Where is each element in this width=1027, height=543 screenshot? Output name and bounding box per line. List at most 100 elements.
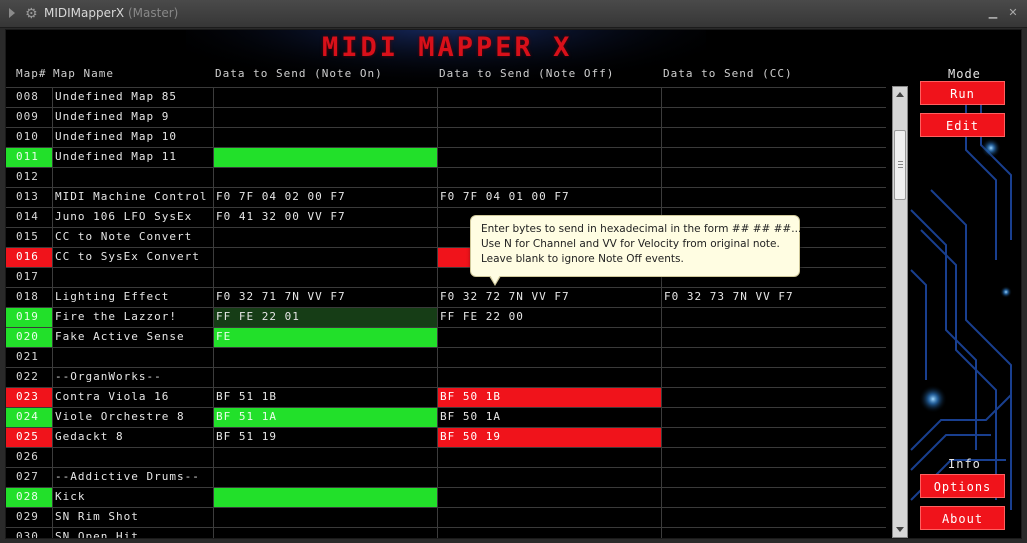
gear-icon[interactable]: ⚙ <box>25 6 38 22</box>
note-on-cell[interactable] <box>213 467 437 487</box>
table-row[interactable]: 010 Undefined Map 10 <box>6 127 886 147</box>
map-number-cell[interactable]: 027 <box>6 467 52 487</box>
note-off-cell[interactable]: BF 50 1A <box>437 407 661 427</box>
table-row[interactable]: 028 Kick <box>6 487 886 507</box>
cc-cell[interactable] <box>661 407 886 427</box>
map-name-cell[interactable] <box>52 167 213 187</box>
map-name-cell[interactable]: Undefined Map 10 <box>52 127 213 147</box>
map-number-cell[interactable]: 023 <box>6 387 52 407</box>
note-off-cell[interactable] <box>437 467 661 487</box>
cc-cell[interactable] <box>661 467 886 487</box>
cc-cell[interactable] <box>661 387 886 407</box>
map-name-cell[interactable]: Undefined Map 11 <box>52 147 213 167</box>
note-off-cell[interactable] <box>437 147 661 167</box>
collapse-arrow-icon[interactable] <box>9 8 15 18</box>
map-name-cell[interactable]: Lighting Effect <box>52 287 213 307</box>
map-name-cell[interactable]: --Addictive Drums-- <box>52 467 213 487</box>
cc-cell[interactable] <box>661 107 886 127</box>
note-on-cell[interactable] <box>213 507 437 527</box>
note-on-cell[interactable]: BF 51 1B <box>213 387 437 407</box>
map-name-cell[interactable]: Gedackt 8 <box>52 427 213 447</box>
note-on-cell[interactable]: BF 51 1A <box>213 407 437 427</box>
table-row[interactable]: 023 Contra Viola 16 BF 51 1B BF 50 1B <box>6 387 886 407</box>
map-number-cell[interactable]: 008 <box>6 87 52 107</box>
note-on-cell[interactable] <box>213 167 437 187</box>
note-off-cell[interactable] <box>437 447 661 467</box>
options-button[interactable]: Options <box>920 474 1005 498</box>
note-off-cell[interactable] <box>437 127 661 147</box>
cc-cell[interactable] <box>661 487 886 507</box>
table-row[interactable]: 021 <box>6 347 886 367</box>
map-name-cell[interactable]: Undefined Map 9 <box>52 107 213 127</box>
note-off-cell[interactable]: FF FE 22 00 <box>437 307 661 327</box>
scroll-up-icon[interactable] <box>896 92 904 97</box>
note-on-cell[interactable] <box>213 267 437 287</box>
scroll-down-icon[interactable] <box>896 527 904 532</box>
note-on-cell[interactable] <box>213 147 437 167</box>
map-name-cell[interactable]: Undefined Map 85 <box>52 87 213 107</box>
map-name-cell[interactable]: Contra Viola 16 <box>52 387 213 407</box>
cc-cell[interactable] <box>661 507 886 527</box>
table-row[interactable]: 012 <box>6 167 886 187</box>
map-number-cell[interactable]: 024 <box>6 407 52 427</box>
map-number-cell[interactable]: 014 <box>6 207 52 227</box>
map-name-cell[interactable] <box>52 267 213 287</box>
map-number-cell[interactable]: 019 <box>6 307 52 327</box>
cc-cell[interactable] <box>661 327 886 347</box>
table-row[interactable]: 011 Undefined Map 11 <box>6 147 886 167</box>
table-row[interactable]: 024 Viole Orchestre 8 BF 51 1A BF 50 1A <box>6 407 886 427</box>
map-name-cell[interactable] <box>52 347 213 367</box>
map-name-cell[interactable]: Juno 106 LFO SysEx <box>52 207 213 227</box>
map-number-cell[interactable]: 028 <box>6 487 52 507</box>
map-number-cell[interactable]: 009 <box>6 107 52 127</box>
close-icon[interactable]: ✕ <box>1005 5 1021 21</box>
cc-cell[interactable] <box>661 527 886 538</box>
note-on-cell[interactable] <box>213 487 437 507</box>
note-on-cell[interactable] <box>213 447 437 467</box>
table-row[interactable]: 013 MIDI Machine Control F0 7F 04 02 00 F7… <box>6 187 886 207</box>
note-off-cell[interactable]: F0 32 72 7N VV F7 <box>437 287 661 307</box>
map-number-cell[interactable]: 015 <box>6 227 52 247</box>
map-number-cell[interactable]: 021 <box>6 347 52 367</box>
map-name-cell[interactable]: CC to SysEx Convert <box>52 247 213 267</box>
table-row[interactable]: 030 SN Open Hit <box>6 527 886 538</box>
map-number-cell[interactable]: 026 <box>6 447 52 467</box>
note-off-cell[interactable] <box>437 107 661 127</box>
cc-cell[interactable] <box>661 427 886 447</box>
cc-cell[interactable]: F0 32 73 7N VV F7 <box>661 287 886 307</box>
note-on-cell[interactable]: BF 51 19 <box>213 427 437 447</box>
note-on-cell[interactable] <box>213 347 437 367</box>
table-row[interactable]: 018 Lighting Effect F0 32 71 7N VV F7 F0 32… <box>6 287 886 307</box>
table-row[interactable]: 026 <box>6 447 886 467</box>
note-on-cell[interactable]: F0 32 71 7N VV F7 <box>213 287 437 307</box>
cc-cell[interactable] <box>661 167 886 187</box>
note-off-cell[interactable] <box>437 507 661 527</box>
table-row[interactable]: 029 SN Rim Shot <box>6 507 886 527</box>
map-name-cell[interactable]: Fake Active Sense <box>52 327 213 347</box>
note-off-cell[interactable] <box>437 367 661 387</box>
vertical-scrollbar[interactable] <box>892 86 908 538</box>
map-number-cell[interactable]: 013 <box>6 187 52 207</box>
table-row[interactable]: 027 --Addictive Drums-- <box>6 467 886 487</box>
cc-cell[interactable] <box>661 187 886 207</box>
note-off-cell[interactable]: F0 7F 04 01 00 F7 <box>437 187 661 207</box>
note-off-cell[interactable] <box>437 167 661 187</box>
note-on-cell[interactable] <box>213 87 437 107</box>
map-name-cell[interactable]: SN Rim Shot <box>52 507 213 527</box>
cc-cell[interactable] <box>661 87 886 107</box>
cc-cell[interactable] <box>661 147 886 167</box>
note-on-cell[interactable] <box>213 527 437 538</box>
note-on-cell[interactable] <box>213 367 437 387</box>
note-on-cell[interactable]: F0 7F 04 02 00 F7 <box>213 187 437 207</box>
map-number-cell[interactable]: 030 <box>6 527 52 538</box>
map-number-cell[interactable]: 018 <box>6 287 52 307</box>
map-name-cell[interactable]: Viole Orchestre 8 <box>52 407 213 427</box>
scrollbar-thumb[interactable] <box>894 130 906 200</box>
map-name-cell[interactable]: Fire the Lazzor! <box>52 307 213 327</box>
map-name-cell[interactable] <box>52 447 213 467</box>
map-name-cell[interactable]: --OrganWorks-- <box>52 367 213 387</box>
note-on-cell[interactable]: FF FE 22 01 <box>213 307 437 327</box>
minimize-icon[interactable]: ▁ <box>985 5 1001 21</box>
map-name-cell[interactable]: MIDI Machine Control <box>52 187 213 207</box>
note-off-cell[interactable] <box>437 347 661 367</box>
